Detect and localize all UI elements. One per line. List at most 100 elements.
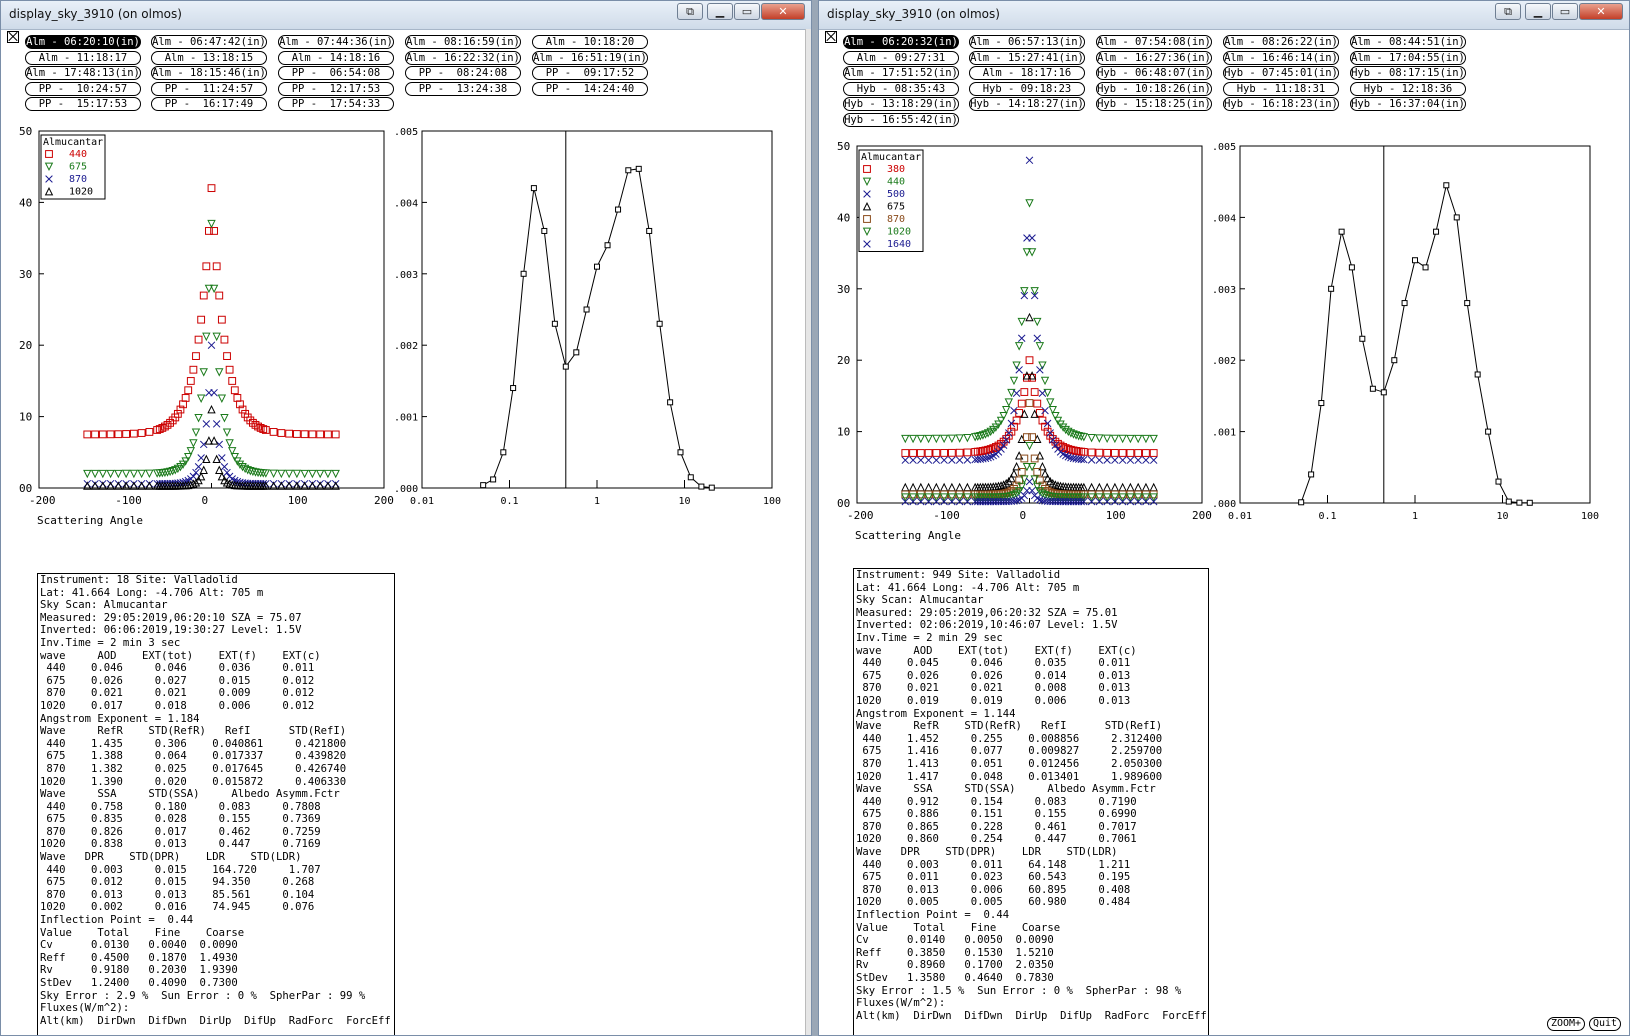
- info-line: 870 0.826 0.017 0.462 0.7259: [40, 825, 321, 838]
- data-point: [510, 385, 517, 392]
- scan-button[interactable]: Hyb - 11:18:31: [1223, 81, 1339, 96]
- close-x-icon[interactable]: [825, 31, 837, 43]
- info-line: 440 0.912 0.154 0.083 0.7190: [856, 795, 1137, 808]
- info-line: Alt(km) DirDwn DifDwn DirUp DifUp RadFor…: [40, 1014, 391, 1027]
- scan-button[interactable]: Alm - 14:18:16: [278, 50, 394, 65]
- scan-button[interactable]: Hyb - 07:45:01(in): [1223, 66, 1339, 81]
- title-bar[interactable]: display_sky_3910 (on olmos) ⧉ ▁ ▭ ✕: [1, 1, 811, 30]
- scan-button[interactable]: Hyb - 09:18:23: [969, 81, 1085, 96]
- scan-button[interactable]: Hyb - 14:18:27(in): [969, 97, 1085, 112]
- info-line: 870 0.013 0.013 85.561 0.104: [40, 888, 315, 901]
- scan-button[interactable]: Hyb - 15:18:25(in): [1096, 97, 1212, 112]
- info-line: Reff 0.3850 0.1530 1.5210: [856, 946, 1054, 959]
- legend-label: 870: [887, 214, 905, 225]
- scan-button[interactable]: Alm - 18:15:46(in): [151, 66, 267, 81]
- scan-button[interactable]: Alm - 09:27:31: [843, 50, 959, 65]
- scan-button[interactable]: Alm - 16:46:14(in): [1223, 50, 1339, 65]
- data-point: [1328, 285, 1335, 292]
- restore-icon[interactable]: ⧉: [677, 3, 703, 20]
- data-point: [490, 476, 497, 483]
- right-window: display_sky_3910 (on olmos) ⧉ ▁ ▭ ✕ Alm …: [818, 0, 1630, 1036]
- scan-button[interactable]: Alm - 08:26:22(in): [1223, 35, 1339, 49]
- scan-button[interactable]: Alm - 06:57:13(in): [969, 35, 1085, 49]
- x-tick-label: 0: [202, 494, 209, 507]
- scan-button[interactable]: PP - 16:17:49: [151, 97, 267, 112]
- info-line: 675 0.835 0.028 0.155 0.7369: [40, 813, 321, 826]
- close-x-icon[interactable]: [7, 31, 19, 43]
- scan-button[interactable]: Alm - 06:20:32(in): [843, 35, 959, 49]
- scan-button[interactable]: Hyb - 16:37:04(in): [1350, 97, 1466, 112]
- scan-button[interactable]: Hyb - 06:48:07(in): [1096, 66, 1212, 81]
- scan-button[interactable]: Hyb - 10:18:26(in): [1096, 81, 1212, 96]
- scan-button[interactable]: Alm - 17:51:52(in): [843, 66, 959, 81]
- quit-button[interactable]: Quit: [1589, 1017, 1621, 1031]
- scan-button[interactable]: Alm - 10:18:20: [532, 35, 648, 49]
- minimize-button[interactable]: ▁: [707, 3, 733, 20]
- scan-button[interactable]: Alm - 15:27:41(in): [969, 50, 1085, 65]
- info-line: 870 0.021 0.021 0.008 0.013: [856, 682, 1131, 695]
- scan-button[interactable]: PP - 09:17:52: [532, 66, 648, 81]
- scrollbar[interactable]: [805, 29, 811, 1035]
- x-tick-label: 0.1: [501, 496, 519, 507]
- scan-button[interactable]: PP - 11:24:57: [151, 81, 267, 96]
- scan-button[interactable]: Hyb - 08:17:15(in): [1350, 66, 1466, 81]
- scan-button[interactable]: Alm - 07:44:36(in): [278, 35, 394, 49]
- info-line: 1020 0.860 0.254 0.447 0.7061: [856, 833, 1137, 846]
- scan-button[interactable]: Alm - 17:04:55(in): [1350, 50, 1466, 65]
- title-bar[interactable]: display_sky_3910 (on olmos) ⧉ ▁ ▭ ✕: [819, 1, 1629, 30]
- x-tick-label: 200: [374, 494, 394, 507]
- y-tick-label: 20: [837, 354, 850, 367]
- scan-button[interactable]: PP - 13:24:38: [405, 81, 521, 96]
- scan-button[interactable]: Hyb - 08:35:43: [843, 81, 959, 96]
- scan-button[interactable]: Hyb - 13:18:29(in): [843, 97, 959, 112]
- close-button[interactable]: ✕: [761, 3, 805, 20]
- legend-label: 440: [69, 149, 87, 160]
- scan-button[interactable]: PP - 10:24:57: [25, 81, 141, 96]
- scan-button[interactable]: Alm - 06:20:10(in): [25, 35, 141, 49]
- y-tick-label: 0.005: [396, 127, 418, 138]
- maximize-button[interactable]: ▭: [1552, 3, 1578, 20]
- scan-button[interactable]: PP - 15:17:53: [25, 97, 141, 112]
- scan-button[interactable]: Alm - 17:48:13(in): [25, 66, 141, 81]
- data-point: [1474, 371, 1481, 378]
- scan-button[interactable]: Alm - 18:17:16: [969, 66, 1085, 81]
- info-line: 675 0.011 0.023 60.543 0.195: [856, 871, 1131, 884]
- scan-button[interactable]: Hyb - 16:18:23(in): [1223, 97, 1339, 112]
- info-line: Sky Scan: Almucantar: [40, 599, 168, 612]
- info-line: Lat: 41.664 Long: -4.706 Alt: 705 m: [40, 586, 264, 599]
- scan-button[interactable]: Hyb - 12:18:36: [1350, 81, 1466, 96]
- scan-button[interactable]: Hyb - 16:55:42(in): [843, 113, 959, 127]
- scan-button[interactable]: PP - 12:17:53: [278, 81, 394, 96]
- scan-button[interactable]: PP - 08:24:08: [405, 66, 521, 81]
- restore-icon[interactable]: ⧉: [1495, 3, 1521, 20]
- scan-button[interactable]: Alm - 06:47:42(in): [151, 35, 267, 49]
- info-line: Reff 0.4500 0.1870 1.4930: [40, 951, 238, 964]
- close-button[interactable]: ✕: [1579, 3, 1623, 20]
- scan-button[interactable]: Alm - 16:22:32(in): [405, 50, 521, 65]
- scan-button[interactable]: Alm - 11:18:17: [25, 50, 141, 65]
- minimize-button[interactable]: ▁: [1525, 3, 1551, 20]
- scan-button[interactable]: Alm - 08:16:59(in): [405, 35, 521, 49]
- phase-function-chart: 001020304050-200 -100 0 100 200Scattering An…: [837, 140, 1212, 542]
- y-tick-label: 10: [837, 426, 850, 439]
- scan-button[interactable]: Alm - 08:44:51(in): [1350, 35, 1466, 49]
- maximize-button[interactable]: ▭: [734, 3, 760, 20]
- scan-button[interactable]: PP - 14:24:40: [532, 81, 648, 96]
- scan-button[interactable]: Alm - 16:27:36(in): [1096, 50, 1212, 65]
- data-point: [656, 320, 663, 327]
- scan-button[interactable]: PP - 06:54:08: [278, 66, 394, 81]
- info-line: Rv 0.8960 0.1700 2.0350: [856, 959, 1054, 972]
- scan-button[interactable]: Alm - 13:18:15: [151, 50, 267, 65]
- x-tick-label: 1: [594, 496, 600, 507]
- legend-label: 1020: [887, 227, 911, 238]
- scan-button[interactable]: Alm - 16:51:19(in): [532, 50, 648, 65]
- zoom-button[interactable]: ZOOM+: [1547, 1017, 1585, 1031]
- info-line: Angstrom Exponent = 1.144: [856, 707, 1016, 720]
- info-line: Fluxes(W/m^2):: [40, 1002, 130, 1015]
- info-line: Wave SSA STD(SSA) Albedo Asymm.Fctr: [40, 788, 340, 801]
- y-tick-label: 30: [19, 268, 32, 281]
- data-point: [1422, 264, 1429, 271]
- scan-button[interactable]: PP - 17:54:33: [278, 97, 394, 112]
- scan-button[interactable]: Alm - 07:54:08(in): [1096, 35, 1212, 49]
- info-line: 440 1.435 0.306 0.040861 0.421800: [40, 737, 347, 750]
